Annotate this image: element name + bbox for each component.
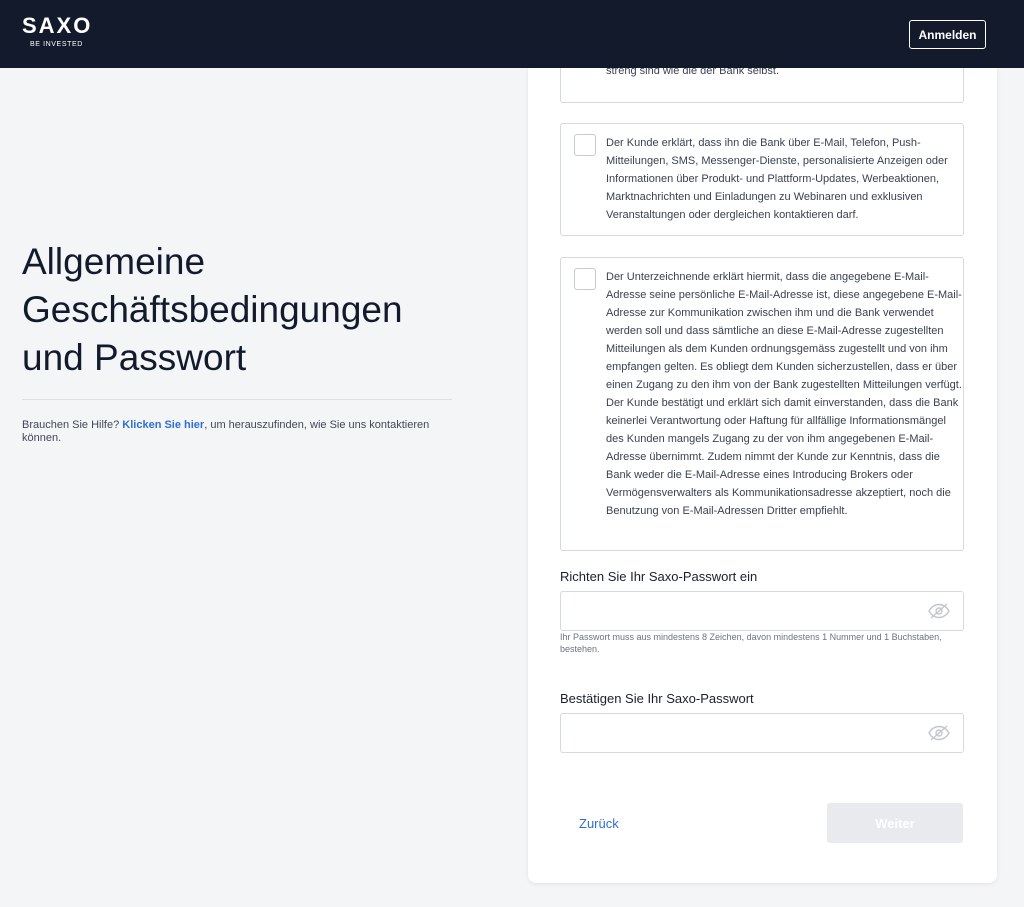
consent-text: streng sind wie die der Bank selbst.: [606, 68, 780, 77]
login-button[interactable]: Anmelden: [909, 20, 986, 49]
password-input[interactable]: [560, 591, 964, 631]
title-divider: [22, 399, 452, 400]
email-consent-checkbox[interactable]: [574, 268, 596, 290]
confirm-password-input[interactable]: [560, 713, 964, 753]
logo-tagline: BE INVESTED: [30, 41, 83, 48]
password-label: Richten Sie Ihr Saxo-Passwort ein: [560, 569, 758, 584]
logo-wordmark: SAXO: [22, 13, 93, 38]
password-hint: Ihr Passwort muss aus mindestens 8 Zeich…: [560, 632, 942, 654]
page-title-line-3: und Passwort: [22, 337, 247, 378]
help-text: Brauchen Sie Hilfe? Klicken Sie hier, um…: [22, 419, 452, 445]
top-navigation-bar: SAXO BE INVESTED Anmelden: [0, 0, 1024, 68]
consent-text: Der Unterzeichnende erklärt hiermit, das…: [606, 271, 962, 517]
page-title-line-1: Allgemeine: [22, 241, 206, 282]
page-title-line-2: Geschäftsbedingungen: [22, 289, 403, 330]
consent-text: Der Kunde erklärt, dass ihn die Bank übe…: [606, 137, 948, 221]
saxo-logo[interactable]: SAXO BE INVESTED: [22, 13, 93, 49]
eye-slash-icon[interactable]: [928, 603, 950, 619]
help-link[interactable]: Klicken Sie hier: [122, 419, 204, 431]
marketing-consent-checkbox[interactable]: [574, 134, 596, 156]
consent-box-email: Der Unterzeichnende erklärt hiermit, das…: [560, 257, 964, 551]
consent-box-marketing: Der Kunde erklärt, dass ihn die Bank übe…: [560, 123, 964, 236]
next-button[interactable]: Weiter: [827, 803, 963, 843]
eye-slash-icon[interactable]: [928, 725, 950, 741]
consent-box-data-security: streng sind wie die der Bank selbst.: [560, 68, 964, 103]
back-link[interactable]: Zurück: [579, 816, 619, 831]
form-card: streng sind wie die der Bank selbst. Der…: [528, 68, 997, 883]
page-title: Allgemeine Geschäftsbedingungen und Pass…: [22, 238, 462, 382]
confirm-password-label: Bestätigen Sie Ihr Saxo-Passwort: [560, 691, 754, 706]
help-prefix: Brauchen Sie Hilfe?: [22, 419, 123, 431]
